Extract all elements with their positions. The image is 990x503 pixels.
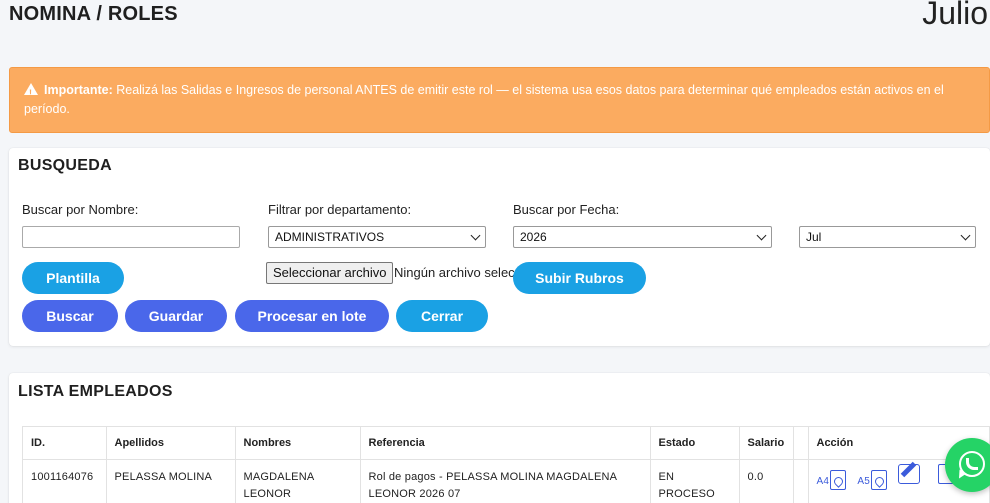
nombre-label: Buscar por Nombre: [22,202,139,217]
lista-title: LISTA EMPLEADOS [18,383,173,400]
cell-spacer [793,459,809,503]
mes-select-value: Jul [806,230,822,244]
anio-select-value: 2026 [520,230,547,244]
chevron-down-icon [960,230,971,241]
alert-strong: Importante: [44,83,113,97]
cell-referencia: Rol de pagos - PELASSA MOLINA MAGDALENA … [360,459,651,503]
busqueda-card: BUSQUEDA Buscar por Nombre: Filtrar por … [9,148,990,346]
col-estado: Estado [650,427,740,460]
col-referencia: Referencia [360,427,651,460]
page-title: NOMINA / ROLES [9,3,178,25]
guardar-button[interactable]: Guardar [125,300,227,332]
depto-select-value: ADMINISTRATIVOS [275,230,385,244]
plantilla-button[interactable]: Plantilla [22,262,124,294]
cerrar-button[interactable]: Cerrar [396,300,488,332]
alert-text: Realizá las Salidas e Ingresos de person… [24,83,944,116]
depto-select[interactable]: ADMINISTRATIVOS [268,226,486,248]
depto-label: Filtrar por departamento: [268,202,412,217]
empleados-table: ID. Apellidos Nombres Referencia Estado … [22,426,990,503]
cell-nombres: MAGDALENA LEONOR [235,459,361,503]
month-title: Julio [922,0,988,31]
buscar-button[interactable]: Buscar [22,300,118,332]
table-row: 1001164076 PELASSA MOLINA MAGDALENA LEON… [23,459,989,503]
warning-icon [24,83,38,103]
busqueda-title: BUSQUEDA [18,157,112,174]
nombre-input[interactable] [22,226,240,248]
col-salario: Salario [739,427,794,460]
col-spacer [793,427,809,460]
col-id: ID. [23,427,107,460]
lista-card: LISTA EMPLEADOS ID. Apellidos Nombres Re… [9,373,990,503]
col-nombres: Nombres [235,427,361,460]
cell-estado: EN PROCESO [650,459,740,503]
cell-salario: 0.0 [739,459,794,503]
pdf-a5-button[interactable]: A5 [857,469,888,490]
file-none-label: Ningún archivo seleccionado [394,265,514,280]
cell-apellidos: PELASSA MOLINA [106,459,236,503]
mes-select[interactable]: Jul [799,226,976,248]
fecha-label: Buscar por Fecha: [513,202,620,217]
edit-button[interactable] [898,463,926,484]
important-alert: Importante: Realizá las Salidas e Ingres… [9,67,990,133]
anio-select[interactable]: 2026 [513,226,772,248]
edit-icon [898,463,921,484]
col-apellidos: Apellidos [106,427,236,460]
pdf-a4-icon [830,469,847,490]
chevron-down-icon [470,230,481,241]
file-select-button[interactable]: Seleccionar archivo [266,262,394,284]
table-header-row: ID. Apellidos Nombres Referencia Estado … [23,427,989,460]
pdf-a4-label: A4 [816,475,830,487]
pdf-a5-label: A5 [857,475,871,487]
pdf-a5-icon [871,469,888,490]
subir-rubros-button[interactable]: Subir Rubros [513,262,646,294]
chevron-down-icon [756,230,767,241]
procesar-lote-button[interactable]: Procesar en lote [235,300,389,332]
pdf-a4-button[interactable]: A4 [816,469,847,490]
cell-id: 1001164076 [23,459,107,503]
whatsapp-button[interactable] [945,438,990,492]
